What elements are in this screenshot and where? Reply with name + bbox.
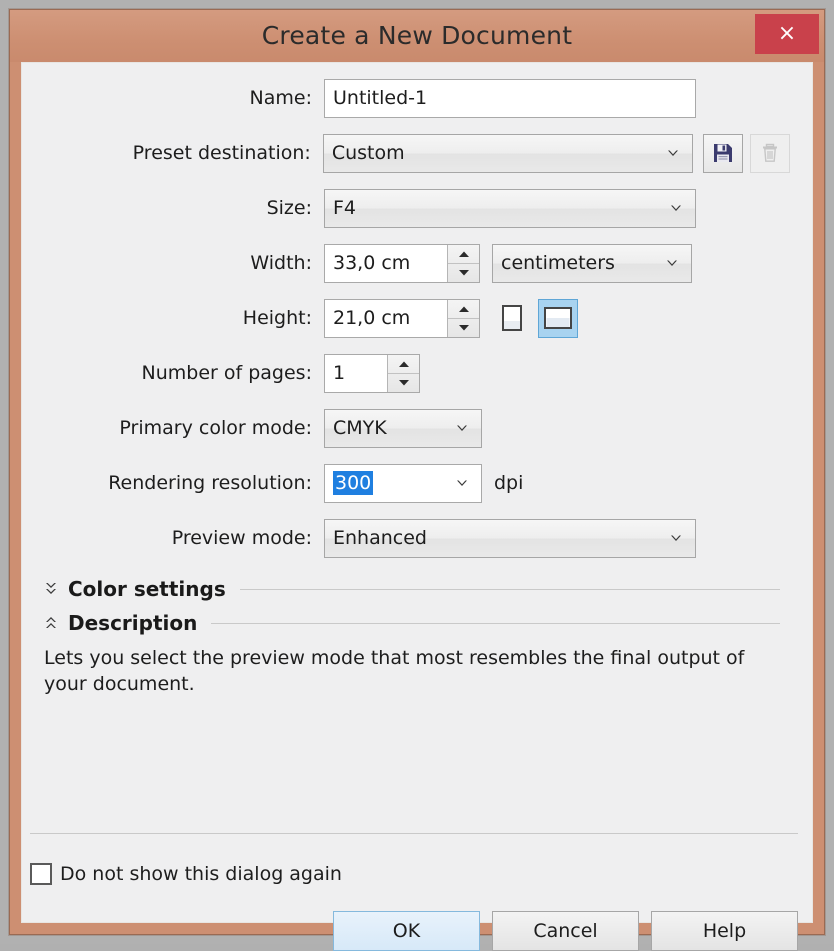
help-button[interactable]: Help — [651, 911, 798, 951]
cancel-button[interactable]: Cancel — [492, 911, 639, 951]
close-icon[interactable]: × — [755, 14, 819, 54]
description-body: Lets you select the preview mode that mo… — [44, 647, 745, 695]
dont-show-again-checkbox[interactable]: Do not show this dialog again — [30, 863, 342, 885]
dialog-button-bar: OK Cancel Help — [333, 911, 798, 951]
page-portrait-icon[interactable] — [492, 299, 532, 338]
preview-mode-value: Enhanced — [333, 527, 427, 549]
height-stepper[interactable]: 21,0 cm — [324, 298, 480, 338]
number-of-pages-value[interactable]: 1 — [325, 355, 387, 392]
row-size: Size: F4 — [36, 187, 790, 229]
dialog-title: Create a New Document — [261, 21, 573, 50]
row-height: Height: 21,0 cm — [36, 297, 790, 339]
size-label: Size: — [266, 197, 312, 219]
primary-color-mode-label: Primary color mode: — [119, 417, 312, 439]
row-number-of-pages: Number of pages: 1 — [36, 352, 790, 394]
description-title: Description — [68, 611, 198, 635]
chevron-down-icon — [455, 421, 469, 435]
preset-destination-select[interactable]: Custom — [322, 133, 694, 173]
name-input[interactable]: Untitled-1 — [324, 78, 696, 118]
page-landscape-icon[interactable] — [538, 298, 578, 338]
rendering-resolution-unit: dpi — [494, 472, 524, 494]
name-label: Name: — [249, 87, 312, 109]
width-stepper-arrows[interactable] — [447, 244, 479, 282]
chevron-down-icon — [665, 256, 679, 270]
section-color-settings[interactable]: Color settings — [36, 572, 790, 606]
number-of-pages-label: Number of pages: — [141, 362, 312, 384]
row-rendering-resolution: Rendering resolution: 300 dpi — [36, 462, 790, 504]
size-select[interactable]: F4 — [324, 188, 696, 228]
rendering-resolution-label: Rendering resolution: — [108, 472, 312, 494]
rendering-resolution-combo[interactable]: 300 — [324, 463, 482, 503]
width-units-value: centimeters — [501, 252, 615, 274]
rendering-resolution-value[interactable]: 300 — [333, 471, 374, 495]
new-document-dialog: Create a New Document × Name: Untitled-1… — [9, 9, 825, 951]
size-value: F4 — [333, 197, 357, 219]
pages-increment-icon[interactable] — [388, 355, 419, 374]
pages-decrement-icon[interactable] — [388, 374, 419, 392]
document-settings-form: Name: Untitled-1 Preset destination: Cus… — [22, 63, 812, 697]
height-decrement-icon[interactable] — [448, 319, 479, 337]
chevron-down-icon — [669, 201, 683, 215]
preview-mode-select[interactable]: Enhanced — [324, 518, 696, 558]
section-description[interactable]: Description — [36, 606, 790, 640]
dialog-titlebar: Create a New Document × — [10, 10, 824, 62]
color-settings-title: Color settings — [68, 577, 226, 601]
dont-show-again-label: Do not show this dialog again — [60, 863, 342, 885]
chevron-down-icon[interactable] — [455, 476, 469, 490]
row-preset-destination: Preset destination: Custom — [36, 132, 791, 174]
preset-destination-label: Preset destination: — [132, 142, 311, 164]
ok-button[interactable]: OK — [333, 911, 480, 951]
row-preview-mode: Preview mode: Enhanced — [36, 517, 790, 559]
row-name: Name: Untitled-1 — [36, 77, 790, 119]
width-stepper[interactable]: 33,0 cm — [324, 243, 480, 283]
preset-destination-value: Custom — [331, 142, 405, 164]
desktop-background: Create a New Document × Name: Untitled-1… — [0, 0, 834, 951]
width-label: Width: — [250, 252, 312, 274]
height-increment-icon[interactable] — [448, 300, 479, 319]
height-value[interactable]: 21,0 cm — [325, 300, 447, 337]
footer-divider — [30, 833, 798, 834]
width-decrement-icon[interactable] — [448, 264, 479, 282]
chevron-down-icon — [666, 146, 680, 160]
width-increment-icon[interactable] — [448, 245, 479, 264]
dialog-client-area: Name: Untitled-1 Preset destination: Cus… — [21, 62, 813, 951]
chevron-down-icon — [669, 531, 683, 545]
chevron-double-down-icon — [40, 580, 62, 598]
row-width: Width: 33,0 cm centimeters — [36, 242, 790, 284]
row-primary-color-mode: Primary color mode: CMYK — [36, 407, 790, 449]
height-stepper-arrows[interactable] — [447, 299, 479, 337]
section-divider — [239, 588, 780, 590]
trash-delete-icon — [750, 133, 791, 173]
floppy-save-icon[interactable] — [703, 133, 744, 173]
chevron-double-up-icon — [40, 614, 62, 632]
width-units-select[interactable]: centimeters — [492, 243, 692, 283]
width-value[interactable]: 33,0 cm — [325, 245, 447, 282]
preview-mode-label: Preview mode: — [171, 527, 312, 549]
section-divider — [211, 622, 780, 624]
number-of-pages-stepper-arrows[interactable] — [387, 354, 419, 392]
primary-color-mode-value: CMYK — [333, 417, 387, 439]
height-label: Height: — [242, 307, 312, 329]
primary-color-mode-select[interactable]: CMYK — [324, 408, 482, 448]
checkbox-box-icon[interactable] — [30, 863, 52, 885]
number-of-pages-stepper[interactable]: 1 — [324, 353, 420, 393]
